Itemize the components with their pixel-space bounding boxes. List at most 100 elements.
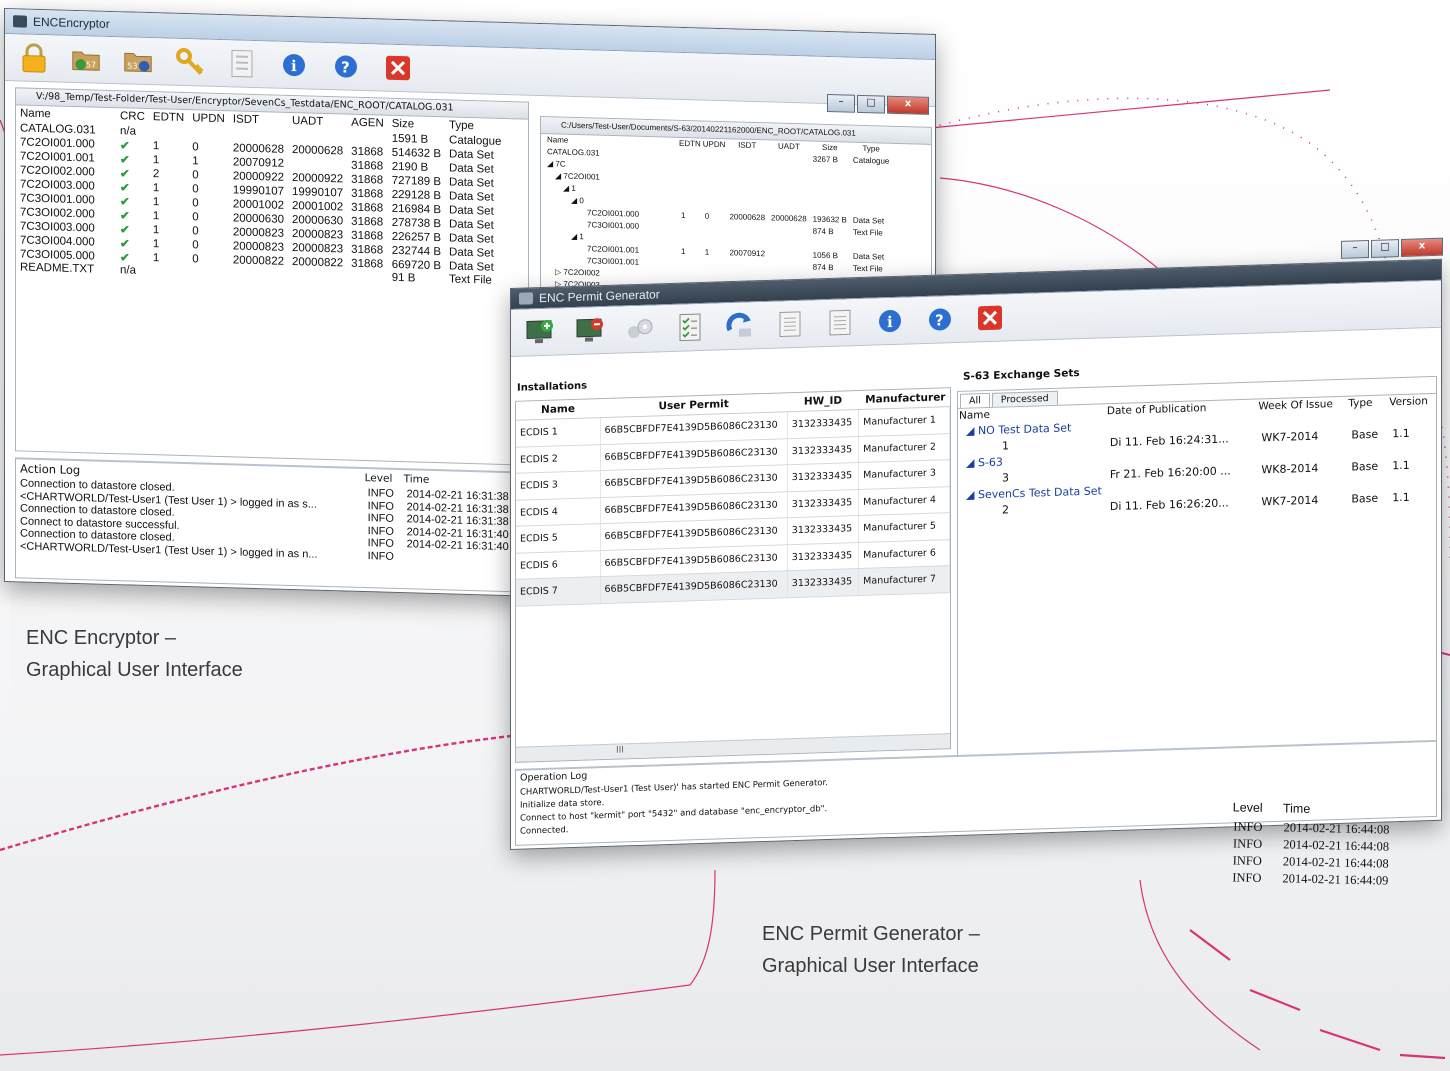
- close-window-button[interactable]: x: [1401, 237, 1443, 257]
- col-hw-id[interactable]: HW_ID: [787, 391, 859, 412]
- col-level[interactable]: Level: [1233, 800, 1284, 819]
- cell-edtn: [678, 269, 702, 282]
- log-level: INFO: [1233, 819, 1263, 834]
- cell-edtn: 1: [152, 181, 160, 194]
- col-edtn[interactable]: EDTN: [678, 138, 702, 150]
- cell-size: 727189 B: [391, 174, 442, 188]
- col-level[interactable]: Level: [364, 469, 403, 488]
- cell-updn: 0: [192, 168, 199, 181]
- log-level: INFO: [367, 537, 394, 551]
- cell-edtn: 1: [152, 251, 160, 264]
- decorative-curve: [0, 733, 521, 852]
- help-icon[interactable]: ?: [925, 304, 955, 335]
- cell-uadt: [768, 259, 810, 272]
- cell-updn: [702, 149, 727, 162]
- cell-hwid: 3132333435: [787, 515, 859, 545]
- checklist-icon[interactable]: [227, 48, 257, 79]
- col-type[interactable]: Type: [1347, 395, 1388, 411]
- key-icon[interactable]: [175, 47, 205, 78]
- folder-badge: 53: [127, 61, 137, 70]
- cell-updn: 1: [192, 154, 199, 167]
- document-icon[interactable]: [825, 307, 855, 338]
- cell-edtn: 1: [152, 209, 160, 222]
- cell-crc: n/a: [120, 124, 136, 138]
- cell-week: WK7-2014: [1261, 493, 1319, 508]
- cell-version: 1.1: [1392, 490, 1410, 504]
- col-type[interactable]: Type: [445, 117, 505, 135]
- log-level: INFO: [367, 549, 394, 563]
- operation-log-columns: Level Time INFO 2014-02-21 16:44:08 INFO 20…: [1231, 800, 1391, 889]
- permit-generator-window: ENC Permit Generator – □ x i ? Installat…: [510, 237, 1443, 851]
- maximize-button[interactable]: □: [857, 94, 885, 114]
- log-row: INFO 2014-02-21 16:44:09: [1231, 869, 1389, 889]
- encryptor-title: ENCEncryptor: [33, 14, 110, 31]
- cell-edtn: [149, 265, 188, 280]
- cell-hwid: 3132333435: [787, 409, 859, 439]
- close-icon[interactable]: [975, 302, 1005, 333]
- info-icon[interactable]: i: [279, 50, 309, 81]
- cell-version: [1388, 408, 1436, 426]
- cell-name: ECDIS 2: [516, 444, 600, 474]
- close-icon[interactable]: [383, 53, 413, 84]
- cell-updn: [702, 269, 727, 282]
- cell-name: ECDIS 1: [516, 417, 600, 447]
- folder-import-icon[interactable]: 57: [71, 44, 101, 75]
- col-edtn[interactable]: EDTN: [149, 109, 188, 126]
- minimize-button[interactable]: –: [827, 93, 855, 113]
- col-size[interactable]: Size: [388, 116, 445, 134]
- col-updn[interactable]: UPDN: [702, 138, 727, 150]
- col-version[interactable]: Version: [1388, 393, 1436, 409]
- cell-updn: [702, 197, 727, 210]
- cell-edtn: [678, 161, 702, 174]
- cell-type: Text File: [449, 273, 492, 287]
- col-crc[interactable]: CRC: [116, 108, 149, 125]
- cell-agen: 31868: [351, 159, 384, 173]
- cell-manufacturer: Manufacturer 3: [858, 459, 950, 490]
- folder-export-icon[interactable]: 53: [123, 45, 153, 76]
- tab-processed[interactable]: Processed: [991, 390, 1058, 407]
- cell-size: [810, 201, 850, 214]
- cell-size: 669720 B: [391, 258, 442, 272]
- close-window-button[interactable]: x: [887, 95, 929, 115]
- svg-text:?: ?: [935, 311, 944, 329]
- tab-all[interactable]: All: [960, 392, 990, 408]
- decorative-curve: [0, 869, 716, 1056]
- encryptor-caption: ENC Encryptor – Graphical User Interface: [26, 622, 243, 686]
- log-level: INFO: [1232, 870, 1262, 885]
- col-agen[interactable]: AGEN: [347, 115, 388, 132]
- cell-hwid: 3132333435: [787, 489, 859, 518]
- cell-updn: [702, 173, 727, 186]
- caption-line: Graphical User Interface: [26, 659, 243, 681]
- col-time[interactable]: Time: [1283, 801, 1391, 821]
- remove-computer-icon[interactable]: [575, 315, 605, 346]
- cell-type: Catalogue: [449, 134, 502, 148]
- cell-size: 2190 B: [391, 160, 429, 174]
- cell-edtn: [678, 149, 702, 162]
- checklist-icon[interactable]: [675, 312, 705, 343]
- cell-size: 3267 B: [812, 154, 838, 164]
- col-updn[interactable]: UPDN: [188, 110, 229, 127]
- col-uadt[interactable]: UADT: [288, 113, 347, 131]
- cell-uadt: [768, 175, 810, 188]
- cell-uadt: [768, 151, 810, 164]
- cell-updn: 0: [192, 252, 199, 265]
- disabled-discs-icon[interactable]: [625, 313, 655, 344]
- log-level: INFO: [367, 512, 394, 526]
- info-icon[interactable]: i: [875, 306, 905, 337]
- col-isdt[interactable]: ISDT: [229, 111, 288, 129]
- cell-crc: ✔: [120, 223, 130, 237]
- cell-size: 193632 B: [812, 214, 847, 225]
- cell-size: 514632 B: [391, 146, 442, 160]
- refresh-icon[interactable]: [725, 310, 755, 341]
- lock-icon[interactable]: [19, 42, 49, 73]
- help-icon[interactable]: ?: [331, 51, 361, 82]
- cell-uadt: [768, 235, 810, 248]
- add-computer-icon[interactable]: [525, 317, 555, 348]
- maximize-button[interactable]: □: [1371, 239, 1399, 258]
- caption-line: Graphical User Interface: [762, 955, 979, 977]
- folder-badge: 57: [86, 60, 96, 69]
- permit-title: ENC Permit Generator: [539, 287, 660, 306]
- cell-updn: 0: [192, 140, 199, 153]
- document-icon[interactable]: [775, 309, 805, 340]
- minimize-button[interactable]: –: [1341, 240, 1369, 259]
